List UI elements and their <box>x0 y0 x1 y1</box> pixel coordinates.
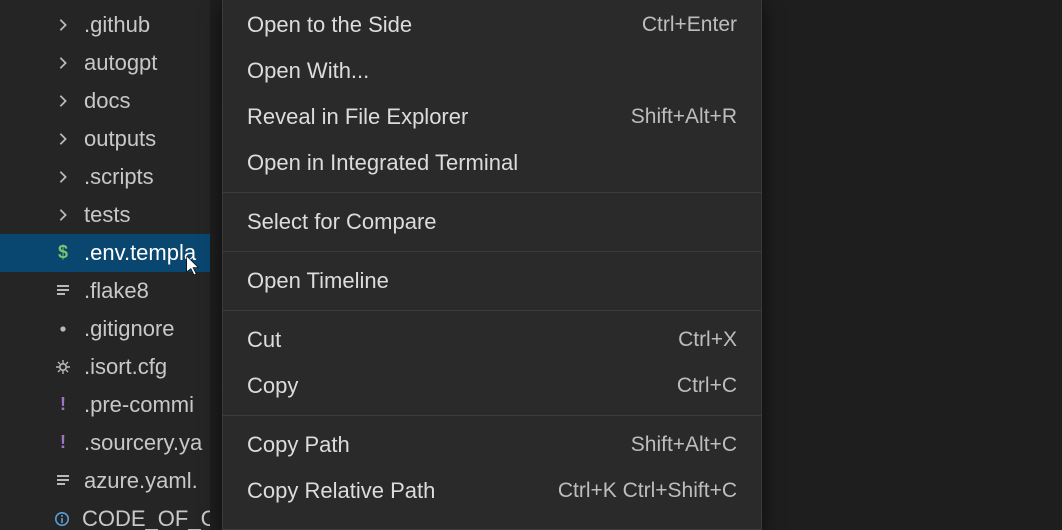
file-label: autogpt <box>84 44 157 83</box>
text-file-icon <box>54 473 72 489</box>
file-item[interactable]: .isort.cfg <box>0 348 210 386</box>
menu-item[interactable]: Select for Compare <box>223 199 761 245</box>
chevron-right-icon <box>54 94 72 108</box>
file-label: tests <box>84 196 130 235</box>
menu-item-label: Open With... <box>247 58 369 84</box>
file-label: .isort.cfg <box>84 348 167 387</box>
file-item[interactable]: $ .env.templa <box>0 234 210 272</box>
menu-item[interactable]: Open With... <box>223 48 761 94</box>
chevron-right-icon <box>54 208 72 222</box>
menu-item-label: Select for Compare <box>247 209 437 235</box>
menu-item-label: Open Timeline <box>247 268 389 294</box>
folder-item[interactable]: outputs <box>0 120 210 158</box>
menu-item[interactable]: Open in Integrated Terminal <box>223 140 761 186</box>
file-label: .scripts <box>84 158 154 197</box>
menu-item-label: Copy <box>247 373 298 399</box>
chevron-right-icon <box>54 18 72 32</box>
menu-item-label: Open to the Side <box>247 12 412 38</box>
gitignore-file-icon <box>54 322 72 336</box>
file-label: azure.yaml. <box>84 462 198 501</box>
menu-item[interactable]: Copy Ctrl+C <box>223 363 761 409</box>
folder-item[interactable]: .github <box>0 6 210 44</box>
folder-item[interactable]: .scripts <box>0 158 210 196</box>
chevron-right-icon <box>54 56 72 70</box>
menu-separator <box>223 251 761 252</box>
menu-item[interactable]: Open to the Side Ctrl+Enter <box>223 2 761 48</box>
menu-item-shortcut: Shift+Alt+C <box>631 433 737 457</box>
file-label: outputs <box>84 120 156 159</box>
file-label: .pre-commi <box>84 386 194 425</box>
folder-item[interactable]: tests <box>0 196 210 234</box>
menu-item-shortcut: Shift+Alt+R <box>631 105 737 129</box>
menu-item-label: Cut <box>247 327 281 353</box>
file-item[interactable]: azure.yaml. <box>0 462 210 500</box>
file-label: CODE_OF_C <box>82 500 210 530</box>
text-file-icon <box>54 283 72 299</box>
file-label: .sourcery.ya <box>84 424 202 463</box>
menu-item[interactable]: Copy Relative Path Ctrl+K Ctrl+Shift+C <box>223 468 761 514</box>
file-label: .gitignore <box>84 310 175 349</box>
menu-item-shortcut: Ctrl+K Ctrl+Shift+C <box>558 479 737 503</box>
file-label: docs <box>84 82 130 121</box>
menu-item[interactable]: Copy Path Shift+Alt+C <box>223 422 761 468</box>
menu-item-label: Copy Path <box>247 432 350 458</box>
menu-item-shortcut: Ctrl+X <box>678 328 737 352</box>
menu-item-shortcut: Ctrl+C <box>677 374 737 398</box>
file-item[interactable]: ! .pre-commi <box>0 386 210 424</box>
chevron-right-icon <box>54 170 72 184</box>
menu-item-label: Reveal in File Explorer <box>247 104 468 130</box>
info-file-icon <box>54 511 70 527</box>
file-explorer-sidebar: .githubautogptdocsoutputs.scriptstests $.… <box>0 0 210 530</box>
menu-item-label: Open in Integrated Terminal <box>247 150 518 176</box>
menu-item-shortcut: Ctrl+Enter <box>642 13 737 37</box>
env-file-icon: $ <box>54 237 72 269</box>
file-label: .github <box>84 6 150 45</box>
folder-item[interactable]: autogpt <box>0 44 210 82</box>
file-label: .env.templa <box>84 234 196 273</box>
menu-item[interactable]: Reveal in File Explorer Shift+Alt+R <box>223 94 761 140</box>
menu-item[interactable]: Cut Ctrl+X <box>223 317 761 363</box>
file-item[interactable]: .gitignore <box>0 310 210 348</box>
menu-separator <box>223 415 761 416</box>
folder-item[interactable]: docs <box>0 82 210 120</box>
chevron-right-icon <box>54 132 72 146</box>
yaml-file-icon: ! <box>54 427 72 459</box>
menu-separator <box>223 310 761 311</box>
menu-item-label: Copy Relative Path <box>247 478 435 504</box>
menu-item[interactable]: Open Timeline <box>223 258 761 304</box>
file-label: .flake8 <box>84 272 149 311</box>
file-item[interactable]: .flake8 <box>0 272 210 310</box>
config-file-icon <box>54 359 72 375</box>
file-item[interactable]: CODE_OF_C <box>0 500 210 530</box>
yaml-file-icon: ! <box>54 389 72 421</box>
file-context-menu: Open to the Side Ctrl+Enter Open With... Re… <box>222 0 762 530</box>
file-item[interactable]: ! .sourcery.ya <box>0 424 210 462</box>
menu-separator <box>223 192 761 193</box>
